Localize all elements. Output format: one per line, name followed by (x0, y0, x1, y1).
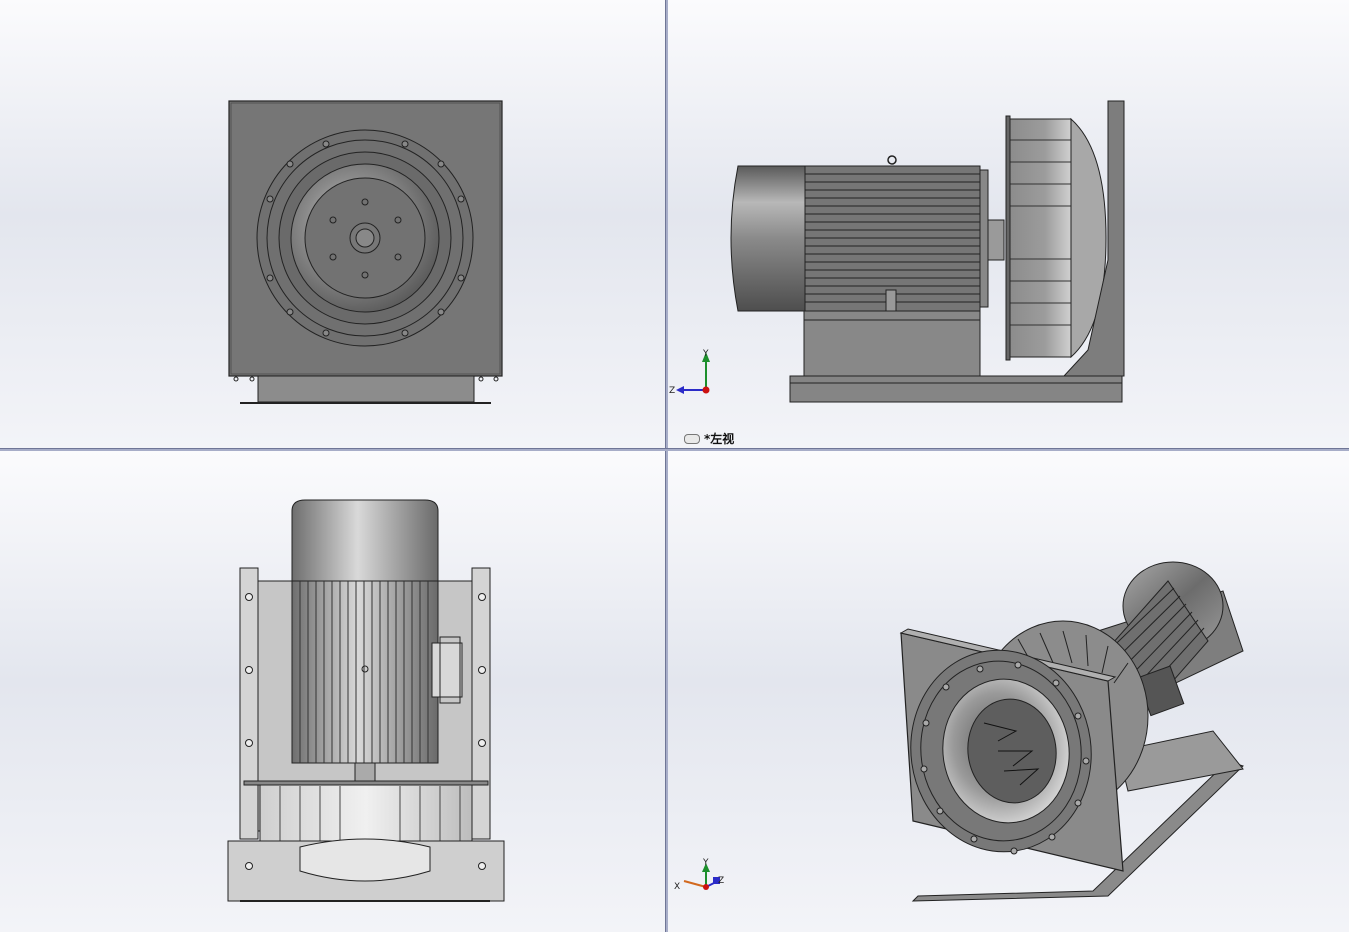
axis-z-label: Z (669, 386, 675, 396)
left-view-viewport[interactable]: Y Z *左视 (668, 0, 1349, 448)
view-name-text: *左视 (704, 432, 735, 446)
left-view-model: Y Z (669, 100, 1125, 403)
horizontal-viewport-splitter[interactable] (0, 448, 1349, 451)
axis-y-label: Y (702, 858, 709, 868)
front-view-viewport[interactable] (0, 0, 665, 448)
isometric-view-model: Y X Z (674, 561, 1244, 902)
top-view-model (227, 499, 505, 902)
axis-triad-icon: Y Z (669, 349, 710, 396)
link-icon[interactable] (684, 433, 700, 444)
front-view-model (228, 100, 503, 404)
view-orientation-label[interactable]: *左视 (684, 430, 734, 447)
isometric-view-viewport[interactable]: Y X Z (668, 451, 1349, 932)
top-view-viewport[interactable] (0, 451, 665, 932)
axis-y-label: Y (702, 349, 709, 359)
axis-z-label: Z (718, 876, 724, 886)
axis-triad-icon: Y X Z (674, 858, 724, 892)
vertical-viewport-splitter[interactable] (665, 0, 668, 932)
axis-x-label: X (674, 882, 680, 892)
